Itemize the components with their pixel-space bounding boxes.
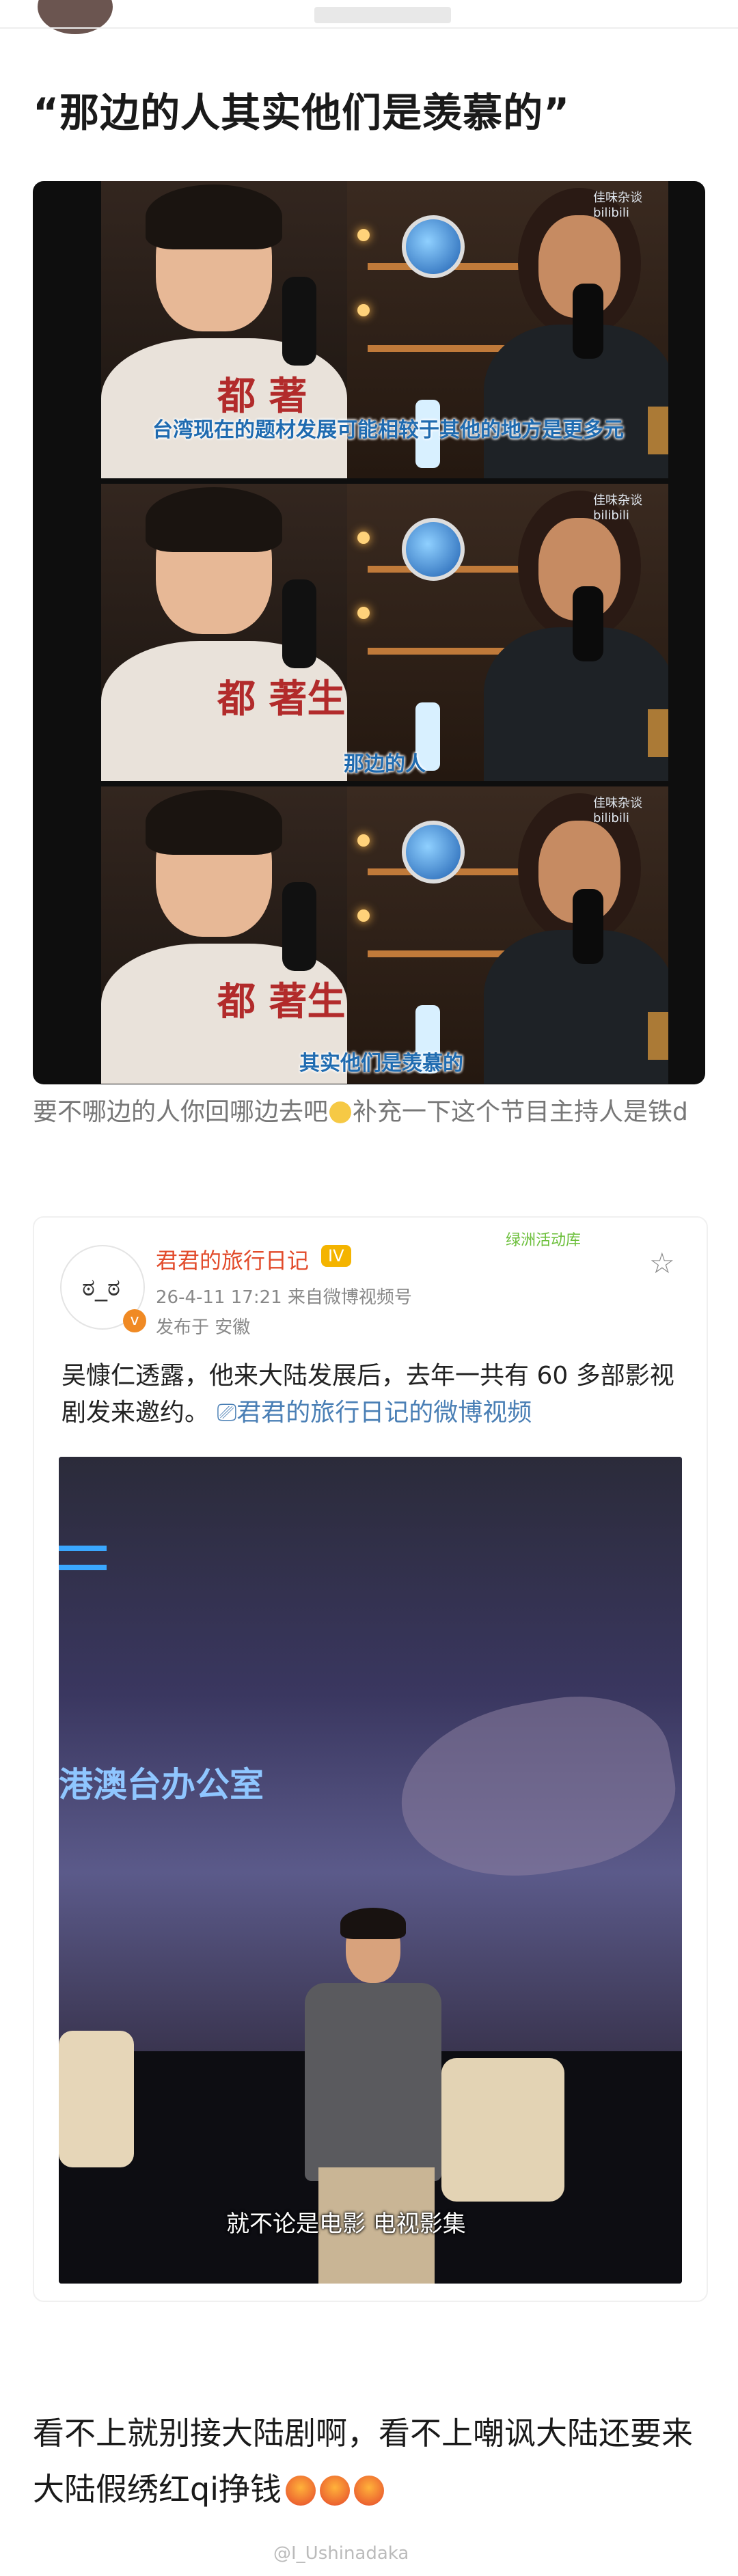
video-collage[interactable]: 都 著 佳味杂谈 bilibili 台湾现在的题材发展可能相较于其他的地方是更多… — [33, 181, 705, 1084]
video-frame-3: 都 著生 佳味杂谈 bilibili 其实他们是羡慕的 — [101, 786, 668, 1084]
favorite-star-icon[interactable]: ☆ — [649, 1246, 675, 1280]
post-location: 发布于 安徽 — [156, 1317, 251, 1338]
shirt-text: 都 著生 — [217, 980, 346, 1024]
divider — [0, 27, 738, 29]
username[interactable]: 君君的旅行日记 — [156, 1244, 309, 1275]
microphone — [282, 882, 316, 971]
top-bar — [0, 0, 738, 34]
watermark: @I_Ushinadaka — [273, 2543, 409, 2564]
weibo-card[interactable]: ಠ_ಠ v 君君的旅行日记 IV 26-4-11 17:21 来自微博视频号 发… — [33, 1216, 708, 2302]
post-title: “那边的人其实他们是羡慕的” — [33, 90, 571, 136]
video-subtitle: 台湾现在的题材发展可能相较于其他的地方是更多元 — [152, 418, 624, 442]
username-placeholder — [314, 7, 451, 23]
bilibili-logo: 佳味杂谈 bilibili — [593, 493, 642, 523]
video-subtitle: 那边的人 — [344, 752, 426, 776]
video-camera-icon: ⎚ — [217, 1399, 237, 1427]
post-body: 吴慷仁透露，他来大陆发展后，去年一共有 60 多部影视剧发来邀约。 ⎚君君的旅行… — [62, 1358, 683, 1431]
caption-text: 要不哪边的人你回哪边去吧 — [33, 1098, 329, 1126]
post-time-source: 26-4-11 17:21 来自微博视频号 — [156, 1287, 412, 1308]
avatar[interactable]: ಠ_ಠ v — [60, 1245, 146, 1332]
bilibili-logo: 佳味杂谈 bilibili — [593, 191, 642, 220]
video-frame-1: 都 著 佳味杂谈 bilibili 台湾现在的题材发展可能相较于其他的地方是更多… — [101, 181, 668, 478]
verified-badge-icon: v — [123, 1309, 146, 1332]
microphone — [282, 579, 316, 668]
video-player[interactable]: 港澳台办公室 就不论是电影 电视影集 — [59, 1457, 682, 2284]
video-subtitle: 就不论是电影 电视影集 — [226, 2210, 466, 2238]
video-link[interactable]: ⎚君君的旅行日记的微博视频 — [217, 1399, 532, 1427]
video-subtitle: 其实他们是羡慕的 — [299, 1052, 463, 1075]
hot-face-emoji-icon — [285, 2476, 316, 2506]
shirt-text: 都 著 — [217, 374, 308, 419]
hot-face-emoji-icon — [353, 2476, 384, 2506]
decorative-stripes — [59, 1546, 107, 1600]
hot-face-emoji-icon — [319, 2476, 350, 2506]
microphone — [282, 277, 316, 366]
image-caption: 要不哪边的人你回哪边去吧 补充一下这个节目主持人是铁d — [33, 1095, 709, 1130]
eye-roll-emoji-icon — [329, 1101, 352, 1123]
decorative-sticker: 绿洲活动库 — [506, 1232, 582, 1249]
vip-badge: IV — [321, 1245, 351, 1267]
comment-text: 看不上就别接大陆剧啊，看不上嘲讽大陆还要来大陆假绣红qi挣钱 — [33, 2415, 693, 2508]
bilibili-logo: 佳味杂谈 bilibili — [593, 796, 642, 825]
avatar[interactable] — [38, 0, 113, 34]
shirt-text: 都 著生 — [217, 677, 346, 722]
screen-banner: 港澳台办公室 — [59, 1765, 264, 1805]
video-frame-2: 都 著生 佳味杂谈 bilibili 那边的人 — [101, 484, 668, 781]
caption-text: 补充一下这个节目主持人是铁d — [353, 1098, 688, 1126]
cartoon-face-icon: ಠ_ಠ — [82, 1274, 121, 1302]
